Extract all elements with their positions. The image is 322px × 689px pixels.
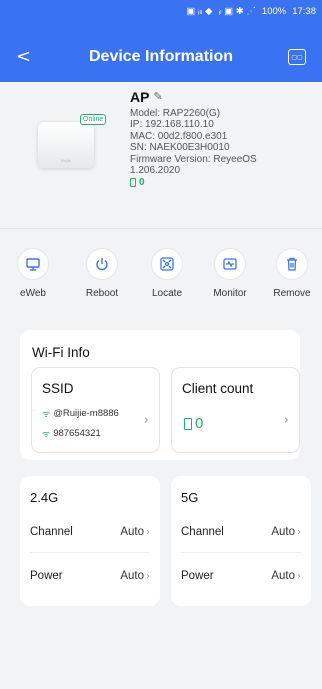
reboot-button[interactable]: Reboot	[72, 248, 132, 299]
device-firmware: Firmware Version: ReyeeOS 1.206.2020	[130, 153, 257, 177]
device-model: Model: RAP2260(G)	[130, 107, 221, 119]
device-brand-mark: Ruijie	[60, 158, 71, 163]
power-row[interactable]: Power Auto ›	[181, 566, 301, 586]
channel-label: Channel	[181, 526, 224, 538]
locate-label: Locate	[151, 288, 183, 299]
page-title: Device Information	[88, 48, 234, 65]
device-name-row: AP ✎	[130, 89, 280, 105]
ssid-name: @Ruijie-m8886	[53, 408, 119, 419]
qr-icon-glyph: ▢▢	[291, 54, 303, 61]
trash-icon	[276, 248, 308, 280]
device-mac: MAC: 00d2.f800.e301	[130, 130, 228, 142]
device-sn: SN: NAEK00E3H0010	[130, 142, 230, 153]
chevron-right-icon: ›	[146, 527, 150, 538]
chevron-right-icon: ›	[297, 571, 301, 582]
monitor-icon	[17, 248, 49, 280]
client-count-value-row: 0	[184, 415, 203, 432]
divider	[30, 552, 150, 553]
eweb-label: eWeb	[20, 288, 46, 299]
client-count-title: Client count	[182, 381, 254, 396]
remove-button[interactable]: Remove	[262, 248, 322, 299]
wifi-icon: ᯤ	[42, 430, 51, 440]
channel-row[interactable]: Channel Auto ›	[181, 522, 301, 542]
ssid-card[interactable]: SSID ᯤ @Ruijie-m8886 ᯤ 987654321 ›	[31, 367, 160, 453]
device-name: AP	[130, 89, 150, 105]
status-badge: Online	[80, 114, 107, 125]
channel-value: Auto	[271, 526, 295, 538]
edit-pencil-icon[interactable]: ✎	[153, 91, 162, 104]
channel-value: Auto	[120, 526, 144, 538]
monitor-button[interactable]: Monitor	[200, 248, 260, 299]
status-left-icons: ▣ ᵢₗₗ ◆	[186, 6, 213, 17]
band-2-4g-card: 2.4G Channel Auto › Power Auto ›	[20, 476, 160, 606]
power-row[interactable]: Power Auto ›	[30, 566, 150, 586]
clock: 17:38	[292, 6, 316, 17]
divider	[181, 552, 301, 553]
eweb-button[interactable]: eWeb	[3, 248, 63, 299]
power-label: Power	[30, 570, 63, 582]
band-title: 2.4G	[30, 490, 59, 505]
phone-icon	[184, 417, 192, 430]
device-info: AP ✎ Model: RAP2260(G) IP: 192.168.110.1…	[130, 89, 280, 189]
action-bar: eWeb Reboot Locate Monitor Remove	[0, 248, 322, 308]
pulse-icon	[214, 248, 246, 280]
chevron-right-icon: ›	[283, 413, 289, 428]
chevron-right-icon: ›	[143, 413, 149, 428]
app-header: ▣ ᵢₗₗ ◆ ᵢₗ ▣ ✱ ⋰ 100% 17:38 < Device Inf…	[0, 0, 322, 82]
status-right-icons: ᵢₗ ▣ ✱ ⋰	[218, 6, 256, 17]
monitor-label: Monitor	[213, 288, 247, 299]
power-icon	[86, 248, 118, 280]
wifi-icon: ᯤ	[42, 410, 51, 420]
client-count-value: 0	[195, 415, 204, 432]
device-clients: 0	[130, 177, 280, 189]
band-title: 5G	[181, 490, 199, 505]
client-count-card[interactable]: Client count 0 ›	[171, 367, 300, 453]
band-5g-card: 5G Channel Auto › Power Auto ›	[171, 476, 311, 606]
locate-icon	[151, 248, 183, 280]
ssid-item: ᯤ 987654321	[42, 427, 101, 440]
ssid-item: ᯤ @Ruijie-m8886	[42, 407, 119, 420]
power-value: Auto	[120, 570, 144, 582]
remove-label: Remove	[273, 288, 311, 299]
qr-icon[interactable]: ▢▢	[288, 49, 306, 65]
channel-label: Channel	[30, 526, 73, 538]
power-label: Power	[181, 570, 214, 582]
divider	[0, 228, 322, 229]
device-image: Ruijie	[38, 122, 94, 168]
device-ip: IP: 192.168.110.10	[130, 119, 214, 130]
ssid-title: SSID	[42, 381, 74, 396]
reboot-label: Reboot	[85, 288, 119, 299]
ssid-name: 987654321	[53, 428, 101, 439]
wifi-info-title: Wi-Fi Info	[32, 345, 90, 360]
wifi-info-card: Wi-Fi Info SSID ᯤ @Ruijie-m8886 ᯤ 987654…	[20, 330, 300, 460]
battery-level: 100%	[261, 6, 287, 17]
phone-icon	[130, 177, 136, 187]
device-client-count: 0	[139, 176, 145, 188]
locate-button[interactable]: Locate	[137, 248, 197, 299]
power-value: Auto	[271, 570, 295, 582]
status-bar: ▣ ᵢₗₗ ◆ ᵢₗ ▣ ✱ ⋰ 100% 17:38	[186, 6, 316, 17]
chevron-right-icon: ›	[146, 571, 150, 582]
chevron-right-icon: ›	[297, 527, 301, 538]
channel-row[interactable]: Channel Auto ›	[30, 522, 150, 542]
